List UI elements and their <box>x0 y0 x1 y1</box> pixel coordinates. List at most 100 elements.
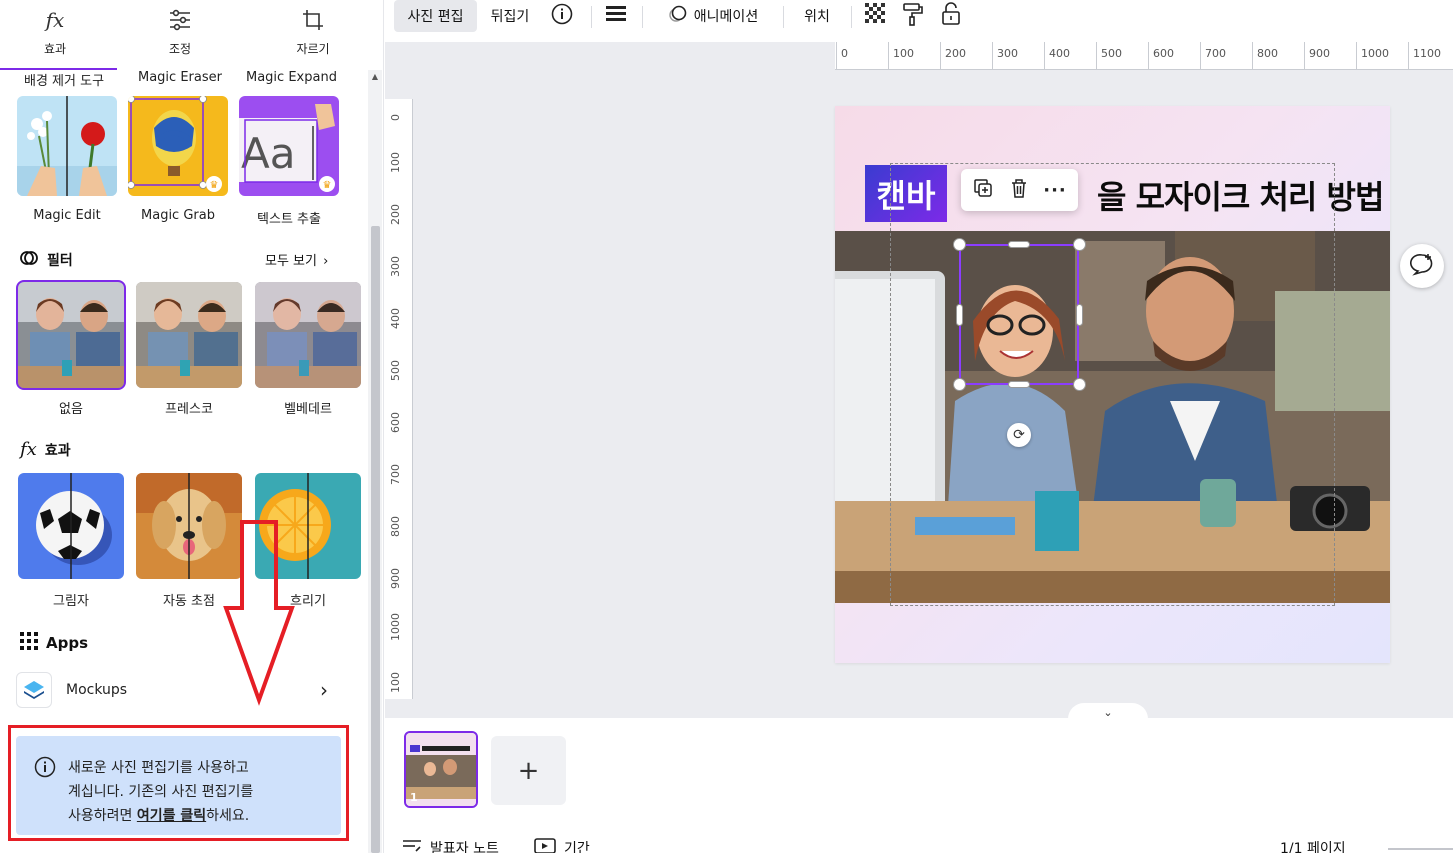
scroll-up-arrow-icon[interactable]: ▲ <box>370 72 380 82</box>
ruler-h-tick <box>940 42 941 69</box>
ruler-h-tick <box>992 42 993 69</box>
resize-handle-bottom-right[interactable] <box>1073 378 1086 391</box>
svg-text:♛: ♛ <box>323 180 332 191</box>
resize-handle-bottom-left[interactable] <box>953 378 966 391</box>
tab-crop[interactable]: 자르기 <box>258 4 368 66</box>
toolbar-separator <box>851 6 852 28</box>
ruler-h-tick-label: 700 <box>1205 47 1226 60</box>
text-extract-tile[interactable]: Aa ♛ <box>239 96 339 196</box>
selection-box[interactable] <box>959 244 1079 385</box>
filter-fresco-thumbnail <box>136 282 242 388</box>
fx-icon: fx <box>45 8 65 32</box>
toolbar-separator <box>642 6 643 28</box>
add-page-button[interactable]: + <box>491 736 566 805</box>
page-count: 1/1 페이지 <box>1280 838 1346 853</box>
duration-label: 기간 <box>564 841 590 853</box>
add-comment-button[interactable] <box>1400 244 1444 288</box>
ruler-v-tick-label: 700 <box>389 464 402 485</box>
text-extract-label: 텍스트 추출 <box>257 212 321 227</box>
tab-effects[interactable]: fx 효과 <box>0 4 110 66</box>
panel-tabs: fx 효과 조정 자르기 <box>0 0 368 70</box>
more-options-button[interactable]: ··· <box>1041 177 1069 203</box>
edit-photo-label: 사진 편집 <box>407 9 464 25</box>
filter-fresco[interactable] <box>136 282 242 388</box>
filter-none-thumbnail <box>18 282 124 388</box>
transparency-button[interactable] <box>863 0 889 32</box>
ruler-h-tick <box>1408 42 1409 69</box>
copy-style-button[interactable] <box>900 0 926 32</box>
animation-button[interactable]: 애니메이션 <box>657 0 769 32</box>
ruler-v-tick-label: 400 <box>389 308 402 329</box>
page-thumbnail[interactable]: 1 <box>404 731 478 808</box>
comment-plus-icon <box>1409 252 1434 280</box>
panel-scrollbar-thumb[interactable] <box>371 226 380 853</box>
mockups-app-item[interactable]: Mockups › <box>16 672 352 710</box>
more-dots-icon: ··· <box>1043 179 1067 201</box>
svg-text:♛: ♛ <box>210 180 219 191</box>
resize-handle-left[interactable] <box>956 304 963 326</box>
ruler-h-tick-label: 800 <box>1257 47 1278 60</box>
filters-see-all-link[interactable]: 모두 보기 › <box>265 250 328 269</box>
resize-handle-top[interactable] <box>1008 241 1030 248</box>
toolbar-separator <box>591 6 592 28</box>
ruler-h-tick <box>1148 42 1149 69</box>
effect-shadow[interactable] <box>18 473 124 579</box>
svg-text:Aa: Aa <box>241 129 295 178</box>
ruler-h-tick <box>1252 42 1253 69</box>
duplicate-button[interactable] <box>969 177 997 203</box>
tab-label: 효과 <box>43 42 67 56</box>
magic-edit-tile[interactable] <box>17 96 117 196</box>
resize-handle-top-left[interactable] <box>953 238 966 251</box>
ruler-v-tick-label: 900 <box>389 568 402 589</box>
delete-button[interactable] <box>1005 177 1033 203</box>
ruler-h-tick <box>888 42 889 69</box>
ruler-v-tick-label: 200 <box>389 204 402 225</box>
trash-icon <box>1010 178 1028 202</box>
tab-adjust[interactable]: 조정 <box>125 4 235 66</box>
transparency-checker-icon <box>865 3 887 29</box>
resize-handle-right[interactable] <box>1076 304 1083 326</box>
ruler-h-tick-label: 500 <box>1101 47 1122 60</box>
rotate-handle-icon[interactable]: ⟳ <box>1007 423 1031 447</box>
ruler-h-tick <box>1356 42 1357 69</box>
magic-expand-label[interactable]: Magic Expand <box>246 70 337 85</box>
plus-icon: + <box>517 755 540 786</box>
ruler-h-tick <box>1200 42 1201 69</box>
line-weight-button[interactable] <box>603 0 629 32</box>
magic-grab-tile[interactable]: ♛ <box>128 96 228 196</box>
crop-icon <box>258 4 368 36</box>
unlock-icon <box>941 2 961 30</box>
ruler-h-tick <box>1304 42 1305 69</box>
lock-button[interactable] <box>938 0 964 32</box>
annotation-highlight-box <box>8 725 349 841</box>
magic-grab-thumbnail: ♛ <box>128 96 228 196</box>
collapse-pages-button[interactable]: ⌄ <box>1068 703 1148 719</box>
ruler-h-tick-label: 200 <box>945 47 966 60</box>
bg-remover-label[interactable]: 배경 제거 도구 <box>24 70 104 89</box>
ruler-v-tick-label: 100 <box>389 672 402 693</box>
effects-heading: fx 효과 <box>20 439 71 460</box>
edit-photo-button[interactable]: 사진 편집 <box>394 0 477 32</box>
filter-belvedere-thumbnail <box>255 282 361 388</box>
app-root: fx 효과 조정 자르기 배경 제거 도구 Magic Eraser Magic… <box>0 0 1453 853</box>
presenter-notes-button[interactable]: 발표자 노트 <box>402 838 499 853</box>
tab-label: 자르기 <box>296 42 330 56</box>
position-button[interactable]: 위치 <box>795 0 839 32</box>
zoom-slider[interactable] <box>1388 848 1453 850</box>
ruler-h-tick-label: 0 <box>841 47 848 60</box>
ruler-h-tick <box>836 42 837 69</box>
flip-button[interactable]: 뒤집기 <box>482 0 538 32</box>
filter-none[interactable] <box>16 280 126 390</box>
ruler-h-tick <box>1096 42 1097 69</box>
apps-heading: Apps <box>20 632 88 654</box>
magic-eraser-label[interactable]: Magic Eraser <box>138 70 222 85</box>
effects-title: 효과 <box>44 442 71 459</box>
context-toolbar: 사진 편집 뒤집기 애니메이션 위치 <box>385 0 1453 34</box>
resize-handle-top-right[interactable] <box>1073 238 1086 251</box>
magic-edit-thumbnail <box>17 96 117 196</box>
duration-button[interactable]: 기간 <box>534 838 590 853</box>
resize-handle-bottom[interactable] <box>1008 381 1030 388</box>
filter-belvedere[interactable] <box>255 282 361 388</box>
info-button[interactable] <box>549 0 575 32</box>
toolbar-separator <box>783 6 784 28</box>
